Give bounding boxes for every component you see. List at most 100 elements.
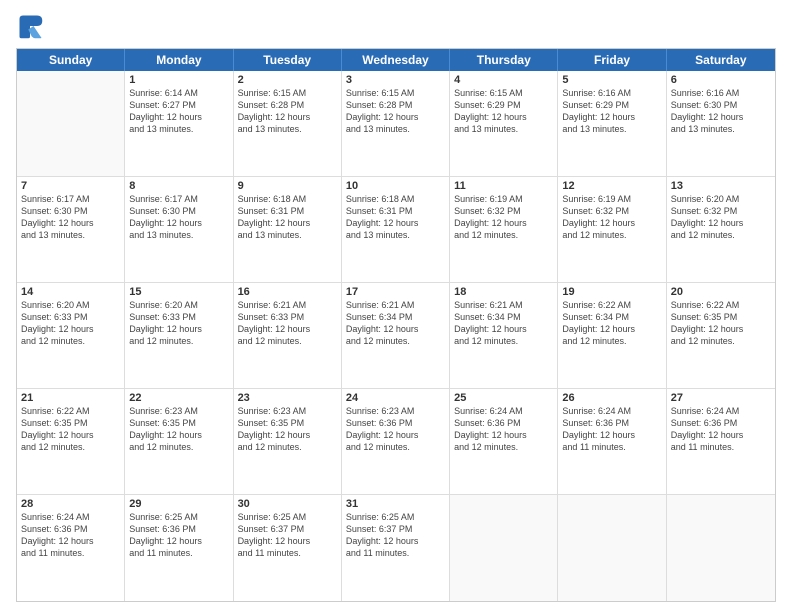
calendar-row-3: 21Sunrise: 6:22 AM Sunset: 6:35 PM Dayli…: [17, 389, 775, 495]
day-number: 13: [671, 180, 771, 192]
day-number: 20: [671, 286, 771, 298]
table-row: [17, 71, 125, 176]
day-info: Sunrise: 6:19 AM Sunset: 6:32 PM Dayligh…: [562, 193, 661, 242]
day-number: 29: [129, 498, 228, 510]
day-number: 1: [129, 74, 228, 86]
calendar: SundayMondayTuesdayWednesdayThursdayFrid…: [16, 48, 776, 602]
day-info: Sunrise: 6:20 AM Sunset: 6:33 PM Dayligh…: [129, 299, 228, 348]
table-row: 25Sunrise: 6:24 AM Sunset: 6:36 PM Dayli…: [450, 389, 558, 494]
day-info: Sunrise: 6:15 AM Sunset: 6:28 PM Dayligh…: [238, 87, 337, 136]
table-row: 6Sunrise: 6:16 AM Sunset: 6:30 PM Daylig…: [667, 71, 775, 176]
table-row: 27Sunrise: 6:24 AM Sunset: 6:36 PM Dayli…: [667, 389, 775, 494]
day-info: Sunrise: 6:17 AM Sunset: 6:30 PM Dayligh…: [129, 193, 228, 242]
day-info: Sunrise: 6:22 AM Sunset: 6:35 PM Dayligh…: [671, 299, 771, 348]
header-day-friday: Friday: [558, 49, 666, 71]
day-number: 28: [21, 498, 120, 510]
day-number: 17: [346, 286, 445, 298]
day-info: Sunrise: 6:19 AM Sunset: 6:32 PM Dayligh…: [454, 193, 553, 242]
table-row: 13Sunrise: 6:20 AM Sunset: 6:32 PM Dayli…: [667, 177, 775, 282]
table-row: 12Sunrise: 6:19 AM Sunset: 6:32 PM Dayli…: [558, 177, 666, 282]
table-row: 15Sunrise: 6:20 AM Sunset: 6:33 PM Dayli…: [125, 283, 233, 388]
calendar-row-4: 28Sunrise: 6:24 AM Sunset: 6:36 PM Dayli…: [17, 495, 775, 601]
table-row: 9Sunrise: 6:18 AM Sunset: 6:31 PM Daylig…: [234, 177, 342, 282]
day-info: Sunrise: 6:15 AM Sunset: 6:28 PM Dayligh…: [346, 87, 445, 136]
day-number: 5: [562, 74, 661, 86]
day-info: Sunrise: 6:14 AM Sunset: 6:27 PM Dayligh…: [129, 87, 228, 136]
day-info: Sunrise: 6:20 AM Sunset: 6:32 PM Dayligh…: [671, 193, 771, 242]
table-row: 24Sunrise: 6:23 AM Sunset: 6:36 PM Dayli…: [342, 389, 450, 494]
table-row: 19Sunrise: 6:22 AM Sunset: 6:34 PM Dayli…: [558, 283, 666, 388]
table-row: 23Sunrise: 6:23 AM Sunset: 6:35 PM Dayli…: [234, 389, 342, 494]
table-row: 10Sunrise: 6:18 AM Sunset: 6:31 PM Dayli…: [342, 177, 450, 282]
day-number: 16: [238, 286, 337, 298]
day-number: 27: [671, 392, 771, 404]
day-number: 31: [346, 498, 445, 510]
day-number: 22: [129, 392, 228, 404]
table-row: 22Sunrise: 6:23 AM Sunset: 6:35 PM Dayli…: [125, 389, 233, 494]
day-number: 12: [562, 180, 661, 192]
table-row: 3Sunrise: 6:15 AM Sunset: 6:28 PM Daylig…: [342, 71, 450, 176]
day-info: Sunrise: 6:25 AM Sunset: 6:37 PM Dayligh…: [238, 511, 337, 560]
day-info: Sunrise: 6:18 AM Sunset: 6:31 PM Dayligh…: [346, 193, 445, 242]
logo: [16, 12, 48, 40]
page: SundayMondayTuesdayWednesdayThursdayFrid…: [0, 0, 792, 612]
table-row: 8Sunrise: 6:17 AM Sunset: 6:30 PM Daylig…: [125, 177, 233, 282]
day-info: Sunrise: 6:17 AM Sunset: 6:30 PM Dayligh…: [21, 193, 120, 242]
table-row: 20Sunrise: 6:22 AM Sunset: 6:35 PM Dayli…: [667, 283, 775, 388]
table-row: 5Sunrise: 6:16 AM Sunset: 6:29 PM Daylig…: [558, 71, 666, 176]
calendar-row-0: 1Sunrise: 6:14 AM Sunset: 6:27 PM Daylig…: [17, 71, 775, 177]
day-info: Sunrise: 6:24 AM Sunset: 6:36 PM Dayligh…: [454, 405, 553, 454]
table-row: 28Sunrise: 6:24 AM Sunset: 6:36 PM Dayli…: [17, 495, 125, 601]
table-row: 11Sunrise: 6:19 AM Sunset: 6:32 PM Dayli…: [450, 177, 558, 282]
day-info: Sunrise: 6:22 AM Sunset: 6:34 PM Dayligh…: [562, 299, 661, 348]
day-info: Sunrise: 6:21 AM Sunset: 6:34 PM Dayligh…: [346, 299, 445, 348]
day-number: 7: [21, 180, 120, 192]
calendar-row-1: 7Sunrise: 6:17 AM Sunset: 6:30 PM Daylig…: [17, 177, 775, 283]
day-info: Sunrise: 6:20 AM Sunset: 6:33 PM Dayligh…: [21, 299, 120, 348]
day-info: Sunrise: 6:24 AM Sunset: 6:36 PM Dayligh…: [21, 511, 120, 560]
day-info: Sunrise: 6:23 AM Sunset: 6:35 PM Dayligh…: [129, 405, 228, 454]
table-row: 1Sunrise: 6:14 AM Sunset: 6:27 PM Daylig…: [125, 71, 233, 176]
day-info: Sunrise: 6:24 AM Sunset: 6:36 PM Dayligh…: [562, 405, 661, 454]
table-row: 26Sunrise: 6:24 AM Sunset: 6:36 PM Dayli…: [558, 389, 666, 494]
day-number: 24: [346, 392, 445, 404]
table-row: 29Sunrise: 6:25 AM Sunset: 6:36 PM Dayli…: [125, 495, 233, 601]
table-row: 7Sunrise: 6:17 AM Sunset: 6:30 PM Daylig…: [17, 177, 125, 282]
day-number: 18: [454, 286, 553, 298]
day-number: 19: [562, 286, 661, 298]
header-day-saturday: Saturday: [667, 49, 775, 71]
day-info: Sunrise: 6:21 AM Sunset: 6:33 PM Dayligh…: [238, 299, 337, 348]
day-info: Sunrise: 6:21 AM Sunset: 6:34 PM Dayligh…: [454, 299, 553, 348]
day-number: 8: [129, 180, 228, 192]
day-number: 4: [454, 74, 553, 86]
table-row: [558, 495, 666, 601]
day-number: 26: [562, 392, 661, 404]
day-number: 6: [671, 74, 771, 86]
day-number: 11: [454, 180, 553, 192]
day-info: Sunrise: 6:18 AM Sunset: 6:31 PM Dayligh…: [238, 193, 337, 242]
header-day-tuesday: Tuesday: [234, 49, 342, 71]
day-info: Sunrise: 6:15 AM Sunset: 6:29 PM Dayligh…: [454, 87, 553, 136]
day-info: Sunrise: 6:23 AM Sunset: 6:36 PM Dayligh…: [346, 405, 445, 454]
table-row: 16Sunrise: 6:21 AM Sunset: 6:33 PM Dayli…: [234, 283, 342, 388]
day-number: 3: [346, 74, 445, 86]
day-number: 14: [21, 286, 120, 298]
day-number: 2: [238, 74, 337, 86]
calendar-body: 1Sunrise: 6:14 AM Sunset: 6:27 PM Daylig…: [17, 71, 775, 601]
table-row: 2Sunrise: 6:15 AM Sunset: 6:28 PM Daylig…: [234, 71, 342, 176]
day-info: Sunrise: 6:25 AM Sunset: 6:36 PM Dayligh…: [129, 511, 228, 560]
table-row: [667, 495, 775, 601]
day-number: 10: [346, 180, 445, 192]
table-row: [450, 495, 558, 601]
day-number: 25: [454, 392, 553, 404]
header-day-wednesday: Wednesday: [342, 49, 450, 71]
table-row: 4Sunrise: 6:15 AM Sunset: 6:29 PM Daylig…: [450, 71, 558, 176]
day-info: Sunrise: 6:24 AM Sunset: 6:36 PM Dayligh…: [671, 405, 771, 454]
day-info: Sunrise: 6:16 AM Sunset: 6:29 PM Dayligh…: [562, 87, 661, 136]
table-row: 31Sunrise: 6:25 AM Sunset: 6:37 PM Dayli…: [342, 495, 450, 601]
day-info: Sunrise: 6:25 AM Sunset: 6:37 PM Dayligh…: [346, 511, 445, 560]
day-info: Sunrise: 6:22 AM Sunset: 6:35 PM Dayligh…: [21, 405, 120, 454]
header: [16, 12, 776, 40]
day-info: Sunrise: 6:23 AM Sunset: 6:35 PM Dayligh…: [238, 405, 337, 454]
day-number: 21: [21, 392, 120, 404]
